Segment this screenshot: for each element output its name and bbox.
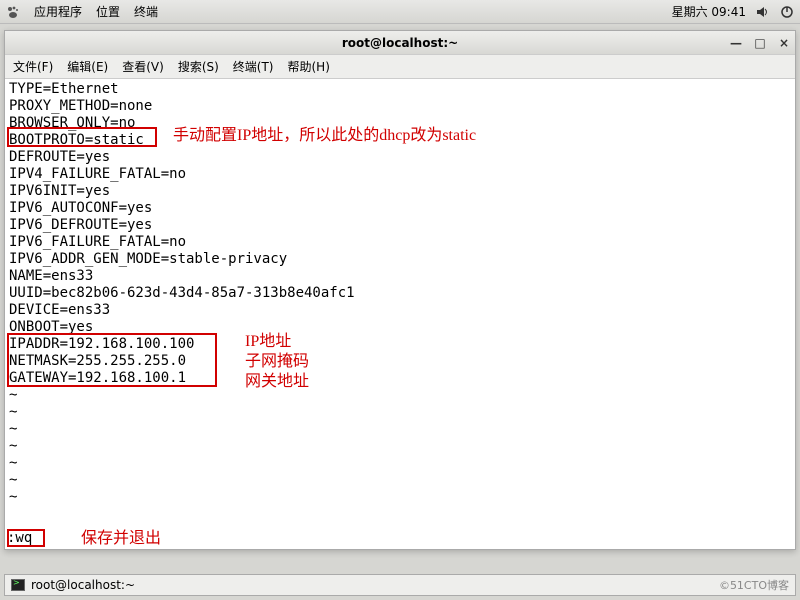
- cfg-proxy: PROXY_METHOD=none: [9, 98, 791, 115]
- vim-tilde: ~: [9, 438, 791, 455]
- annotation-bootproto: 手动配置IP地址，所以此处的dhcp改为static: [173, 127, 476, 144]
- cfg-name: NAME=ens33: [9, 268, 791, 285]
- cfg-defroute: DEFROUTE=yes: [9, 149, 791, 166]
- menu-search[interactable]: 搜索(S): [178, 58, 219, 75]
- vim-tilde: ~: [9, 455, 791, 472]
- vim-tilde: ~: [9, 472, 791, 489]
- cfg-uuid: UUID=bec82b06-623d-43d4-85a7-313b8e40afc…: [9, 285, 791, 302]
- cfg-netmask: NETMASK=255.255.255.0: [9, 353, 791, 370]
- vim-tilde: ~: [9, 404, 791, 421]
- menu-file[interactable]: 文件(F): [13, 58, 53, 75]
- vim-tilde: ~: [9, 421, 791, 438]
- cfg-ipv4fail: IPV4_FAILURE_FATAL=no: [9, 166, 791, 183]
- menu-terminal[interactable]: 终端: [134, 3, 158, 20]
- menu-places[interactable]: 位置: [96, 3, 120, 20]
- menu-edit[interactable]: 编辑(E): [67, 58, 108, 75]
- cfg-ipv6addrgen: IPV6_ADDR_GEN_MODE=stable-privacy: [9, 251, 791, 268]
- volume-icon[interactable]: [756, 4, 770, 19]
- minimize-button[interactable]: —: [729, 36, 743, 50]
- vim-tilde: ~: [9, 489, 791, 506]
- annotation-save: 保存并退出: [81, 530, 161, 547]
- close-button[interactable]: ×: [777, 36, 791, 50]
- gnome-foot-icon: [6, 4, 20, 19]
- annotation-ipaddr: IP地址: [245, 333, 291, 350]
- terminal-content[interactable]: TYPE=Ethernet PROXY_METHOD=none BROWSER_…: [5, 79, 795, 549]
- watermark: ©51CTO博客: [719, 577, 789, 593]
- taskbar-entry-terminal[interactable]: root@localhost:~: [11, 578, 135, 592]
- cfg-device: DEVICE=ens33: [9, 302, 791, 319]
- cfg-ipv6defroute: IPV6_DEFROUTE=yes: [9, 217, 791, 234]
- cfg-type: TYPE=Ethernet: [9, 81, 791, 98]
- taskbar-entry-label: root@localhost:~: [31, 578, 135, 592]
- cfg-gateway: GATEWAY=192.168.100.1: [9, 370, 791, 387]
- vim-command-line[interactable]: :wq: [7, 530, 32, 547]
- menu-terminal-app[interactable]: 终端(T): [233, 58, 274, 75]
- cfg-ipaddr: IPADDR=192.168.100.100: [9, 336, 791, 353]
- top-panel: 应用程序 位置 终端 星期六 09:41: [0, 0, 800, 24]
- menu-applications[interactable]: 应用程序: [34, 3, 82, 20]
- taskbar: root@localhost:~ ©51CTO博客: [4, 574, 796, 596]
- menu-view[interactable]: 查看(V): [122, 58, 164, 75]
- window-title: root@localhost:~: [342, 36, 458, 50]
- cfg-ipv6auto: IPV6_AUTOCONF=yes: [9, 200, 791, 217]
- maximize-button[interactable]: □: [753, 36, 767, 50]
- terminal-window: root@localhost:~ — □ × 文件(F) 编辑(E) 查看(V)…: [4, 30, 796, 550]
- annotation-gateway: 网关地址: [245, 373, 309, 390]
- cfg-onboot: ONBOOT=yes: [9, 319, 791, 336]
- vim-tilde: ~: [9, 387, 791, 404]
- window-menubar: 文件(F) 编辑(E) 查看(V) 搜索(S) 终端(T) 帮助(H): [5, 55, 795, 79]
- cfg-ipv6fail: IPV6_FAILURE_FATAL=no: [9, 234, 791, 251]
- terminal-icon: [11, 579, 25, 591]
- annotation-netmask: 子网掩码: [245, 353, 309, 370]
- menu-help[interactable]: 帮助(H): [288, 58, 330, 75]
- power-icon[interactable]: [780, 4, 794, 19]
- window-titlebar[interactable]: root@localhost:~ — □ ×: [5, 31, 795, 55]
- cfg-ipv6init: IPV6INIT=yes: [9, 183, 791, 200]
- clock-label[interactable]: 星期六 09:41: [672, 3, 746, 20]
